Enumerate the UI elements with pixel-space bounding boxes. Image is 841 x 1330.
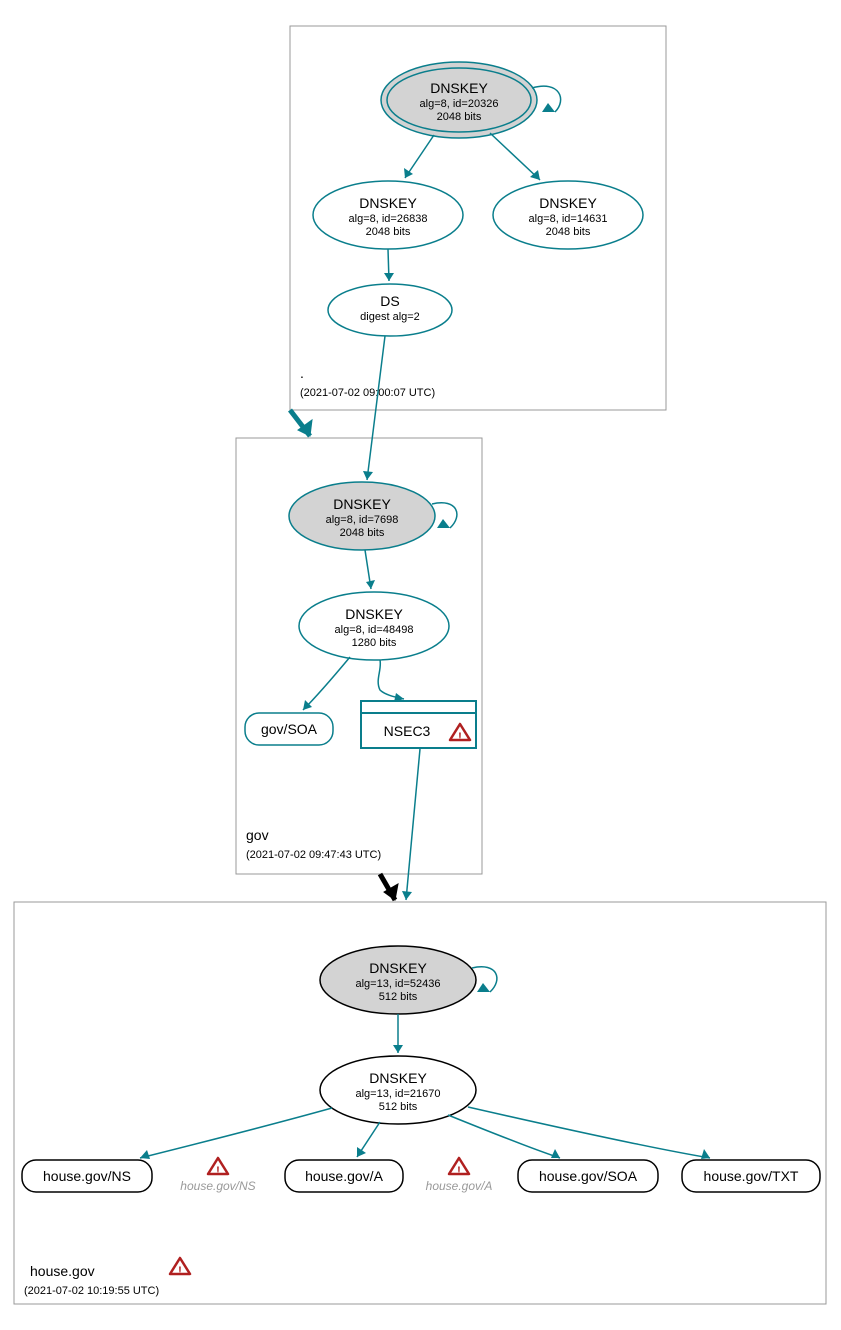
edge-house-zsk-soa [448, 1115, 560, 1158]
svg-text:house.gov/A: house.gov/A [305, 1168, 383, 1184]
house-ghost-a: ! house.gov/A [426, 1158, 493, 1193]
zone-gov-timestamp: (2021-07-02 09:47:43 UTC) [246, 849, 381, 861]
svg-text:DS: DS [380, 293, 399, 309]
edge-gov-zsk-soa [303, 657, 350, 710]
root-ksk-node: DNSKEY alg=8, id=20326 2048 bits [381, 62, 537, 138]
svg-text:!: ! [178, 1265, 182, 1277]
svg-text:house.gov/SOA: house.gov/SOA [539, 1168, 638, 1184]
svg-text:NSEC3: NSEC3 [384, 723, 431, 739]
house-zsk-node: DNSKEY alg=13, id=21670 512 bits [320, 1056, 476, 1124]
svg-text:house.gov/TXT: house.gov/TXT [704, 1168, 799, 1184]
gov-nsec3-node: NSEC3 ! [361, 701, 476, 748]
svg-text:2048 bits: 2048 bits [437, 111, 482, 123]
svg-text:!: ! [457, 1165, 461, 1177]
svg-text:512 bits: 512 bits [379, 1101, 418, 1113]
gov-ksk-node: DNSKEY alg=8, id=7698 2048 bits [289, 482, 435, 550]
svg-text:DNSKEY: DNSKEY [369, 960, 427, 976]
edge-house-zsk-ns [140, 1108, 332, 1158]
zone-root-label: . [300, 365, 304, 381]
svg-text:!: ! [458, 731, 462, 743]
svg-text:house.gov/NS: house.gov/NS [43, 1168, 131, 1184]
svg-text:gov/SOA: gov/SOA [261, 721, 318, 737]
edge-root-ksk-zsk2 [490, 133, 540, 180]
house-ksk-node: DNSKEY alg=13, id=52436 512 bits [320, 946, 476, 1014]
zone-root-timestamp: (2021-07-02 09:00:07 UTC) [300, 387, 435, 399]
svg-text:1280 bits: 1280 bits [352, 637, 397, 649]
svg-text:2048 bits: 2048 bits [366, 226, 411, 238]
svg-text:DNSKEY: DNSKEY [369, 1070, 427, 1086]
svg-text:alg=13, id=21670: alg=13, id=21670 [355, 1088, 440, 1100]
house-zone-warning-icon: ! [170, 1258, 190, 1277]
edge-house-zsk-txt [468, 1107, 710, 1158]
svg-text:alg=8, id=7698: alg=8, id=7698 [326, 514, 399, 526]
svg-text:!: ! [216, 1165, 220, 1177]
svg-text:alg=8, id=26838: alg=8, id=26838 [349, 213, 428, 225]
zone-gov-label: gov [246, 827, 269, 843]
house-ns-node: house.gov/NS [22, 1160, 152, 1192]
root-ds-node: DS digest alg=2 [328, 284, 452, 336]
svg-text:alg=13, id=52436: alg=13, id=52436 [355, 978, 440, 990]
svg-text:DNSKEY: DNSKEY [333, 496, 391, 512]
edge-nsec3-to-house [406, 749, 420, 900]
edge-gov-zsk-nsec3 [378, 660, 404, 699]
dnssec-chain-diagram: . (2021-07-02 09:00:07 UTC) DNSKEY alg=8… [0, 0, 841, 1330]
svg-text:DNSKEY: DNSKEY [359, 195, 417, 211]
svg-text:house.gov/A: house.gov/A [426, 1179, 493, 1193]
svg-text:DNSKEY: DNSKEY [345, 606, 403, 622]
house-soa-node: house.gov/SOA [518, 1160, 658, 1192]
gov-soa-node: gov/SOA [245, 713, 333, 745]
edge-ds-to-govksk [367, 336, 385, 480]
house-a-node: house.gov/A [285, 1160, 403, 1192]
edge-root-ksk-zsk1 [405, 135, 434, 178]
svg-text:alg=8, id=48498: alg=8, id=48498 [335, 624, 414, 636]
svg-text:2048 bits: 2048 bits [546, 226, 591, 238]
house-ghost-ns: ! house.gov/NS [180, 1158, 255, 1193]
gov-zsk-node: DNSKEY alg=8, id=48498 1280 bits [299, 592, 449, 660]
house-txt-node: house.gov/TXT [682, 1160, 820, 1192]
svg-text:digest alg=2: digest alg=2 [360, 311, 420, 323]
svg-text:DNSKEY: DNSKEY [430, 80, 488, 96]
zone-house-timestamp: (2021-07-02 10:19:55 UTC) [24, 1285, 159, 1297]
svg-text:2048 bits: 2048 bits [340, 527, 385, 539]
svg-text:house.gov/NS: house.gov/NS [180, 1179, 255, 1193]
root-zsk1-node: DNSKEY alg=8, id=26838 2048 bits [313, 181, 463, 249]
zone-house-label: house.gov [30, 1263, 95, 1279]
svg-text:alg=8, id=20326: alg=8, id=20326 [420, 98, 499, 110]
svg-text:512 bits: 512 bits [379, 991, 418, 1003]
svg-text:DNSKEY: DNSKEY [539, 195, 597, 211]
root-zsk2-node: DNSKEY alg=8, id=14631 2048 bits [493, 181, 643, 249]
svg-text:alg=8, id=14631: alg=8, id=14631 [529, 213, 608, 225]
